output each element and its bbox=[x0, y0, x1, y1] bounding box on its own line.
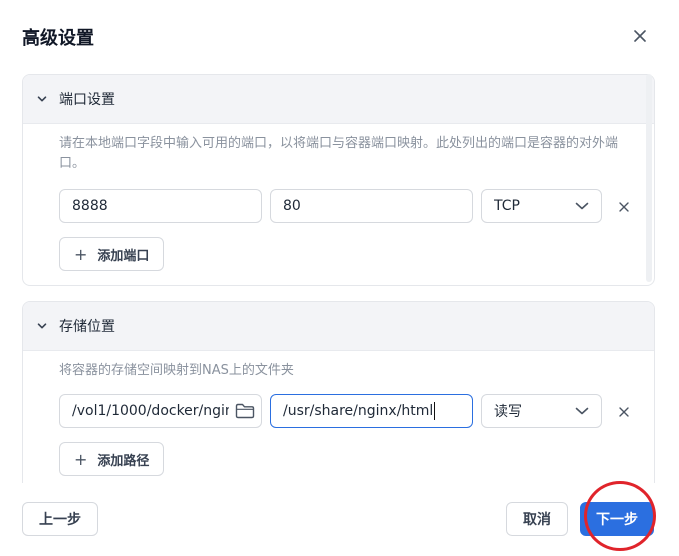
plus-icon: + bbox=[74, 244, 88, 264]
host-path-input[interactable]: /vol1/1000/docker/nginx bbox=[59, 394, 262, 428]
storage-section-title: 存储位置 bbox=[59, 319, 115, 335]
port-section-title: 端口设置 bbox=[59, 92, 115, 108]
folder-icon[interactable] bbox=[235, 403, 255, 419]
next-step-label: 下一步 bbox=[596, 512, 638, 528]
close-button[interactable] bbox=[628, 24, 652, 48]
scrollbar[interactable] bbox=[646, 74, 652, 282]
close-icon bbox=[619, 407, 629, 417]
container-path-input[interactable]: /usr/share/nginx/html bbox=[270, 394, 473, 428]
close-icon bbox=[634, 30, 646, 42]
next-step-button[interactable]: 下一步 bbox=[580, 502, 654, 536]
add-path-label: 添加路径 bbox=[97, 453, 150, 469]
port-settings-section: 端口设置 请在本地端口字段中输入可用的端口，以将端口与容器端口映射。此处列出的端… bbox=[22, 74, 655, 286]
permission-select[interactable]: 读写 bbox=[481, 394, 602, 428]
local-port-value: 8888 bbox=[72, 198, 108, 214]
chevron-down-icon bbox=[35, 319, 49, 333]
dialog-title: 高级设置 bbox=[22, 28, 94, 49]
remove-path-button[interactable] bbox=[617, 405, 631, 419]
cancel-label: 取消 bbox=[523, 512, 551, 528]
cancel-button[interactable]: 取消 bbox=[506, 502, 568, 536]
local-port-input[interactable]: 8888 bbox=[59, 189, 262, 223]
remove-port-button[interactable] bbox=[617, 200, 631, 214]
container-path-value: /usr/share/nginx/html bbox=[283, 403, 434, 419]
storage-section-description: 将容器的存储空间映射到NAS上的文件夹 bbox=[59, 363, 294, 378]
add-path-button[interactable]: + 添加路径 bbox=[59, 442, 165, 476]
chevron-down-icon bbox=[575, 404, 589, 418]
add-port-label: 添加端口 bbox=[97, 248, 150, 264]
permission-value: 读写 bbox=[494, 404, 522, 420]
add-port-button[interactable]: + 添加端口 bbox=[59, 237, 165, 271]
storage-section-header[interactable]: 存储位置 bbox=[23, 302, 654, 351]
prev-step-button[interactable]: 上一步 bbox=[22, 502, 98, 536]
chevron-down-icon bbox=[35, 92, 49, 106]
settings-scroll-area[interactable]: 端口设置 请在本地端口字段中输入可用的端口，以将端口与容器端口映射。此处列出的端… bbox=[0, 73, 679, 483]
container-port-value: 80 bbox=[283, 198, 301, 214]
chevron-down-icon bbox=[575, 199, 589, 213]
prev-step-label: 上一步 bbox=[39, 512, 81, 528]
protocol-value: TCP bbox=[494, 198, 520, 214]
close-icon bbox=[619, 202, 629, 212]
port-section-description: 请在本地端口字段中输入可用的端口，以将端口与容器端口映射。此处列出的端口是容器的… bbox=[59, 136, 619, 171]
plus-icon: + bbox=[74, 449, 88, 469]
port-section-header[interactable]: 端口设置 bbox=[23, 75, 654, 124]
storage-section: 存储位置 将容器的存储空间映射到NAS上的文件夹 /vol1/1000/dock… bbox=[22, 301, 655, 483]
host-path-value: /vol1/1000/docker/nginx bbox=[72, 403, 229, 419]
text-caret bbox=[434, 402, 436, 420]
protocol-select[interactable]: TCP bbox=[481, 189, 602, 223]
container-port-input[interactable]: 80 bbox=[270, 189, 473, 223]
